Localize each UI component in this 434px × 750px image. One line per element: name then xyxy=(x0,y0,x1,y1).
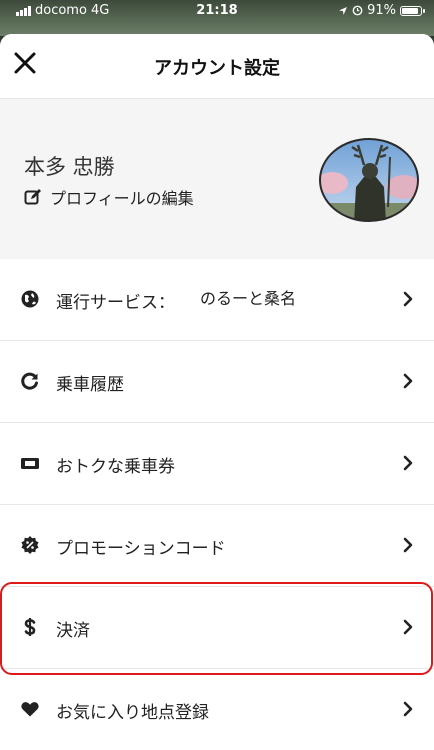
chevron-right-icon xyxy=(403,373,413,389)
status-right: 91% xyxy=(338,3,425,18)
menu-item-payment[interactable]: 決済 xyxy=(0,587,434,669)
status-bar: docomo 4G 21:18 91% xyxy=(0,0,434,36)
edit-icon xyxy=(24,189,41,205)
menu-item-favorite-places[interactable]: お気に入り地点登録 xyxy=(0,669,434,750)
alarm-icon xyxy=(352,5,363,16)
chevron-right-icon xyxy=(403,619,413,635)
menu-item-promo-code[interactable]: プロモーションコード xyxy=(0,505,434,587)
sheet-header: アカウント設定 xyxy=(0,34,434,99)
menu-item-label: 運行サービス： xyxy=(56,293,175,313)
badge-percent-icon xyxy=(21,536,39,554)
service-value: のるーと桑名 xyxy=(186,283,364,315)
menu-item-tickets[interactable]: おトクな乗車券 xyxy=(0,423,434,505)
profile-section: 本多 忠勝 プロフィールの編集 xyxy=(0,99,434,259)
chevron-right-icon xyxy=(403,701,413,717)
menu-item-ride-history[interactable]: 乗車履歴 xyxy=(0,341,434,423)
menu-item-label: 決済 xyxy=(56,621,90,641)
edit-profile-link[interactable]: プロフィールの編集 xyxy=(24,185,194,209)
menu-item-service[interactable]: 運行サービス： のるーと桑名 xyxy=(0,259,434,341)
menu-item-label: お気に入り地点登録 xyxy=(56,703,209,723)
location-arrow-icon xyxy=(339,6,348,15)
battery-icon xyxy=(400,5,425,16)
profile-name: 本多 忠勝 xyxy=(24,155,115,179)
account-settings-sheet: アカウント設定 本多 忠勝 プロフィールの編集 運行サービス： のるーと桑名 乗… xyxy=(0,34,434,750)
globe-icon xyxy=(21,290,39,308)
edit-profile-label: プロフィールの編集 xyxy=(50,189,194,208)
chevron-right-icon xyxy=(403,455,413,471)
chevron-right-icon xyxy=(403,537,413,553)
page-title: アカウント設定 xyxy=(154,58,280,79)
ticket-icon xyxy=(21,458,39,469)
dollar-icon xyxy=(24,618,36,636)
refresh-icon xyxy=(21,372,38,390)
battery-percent: 91% xyxy=(367,3,396,18)
chevron-right-icon xyxy=(403,291,413,307)
menu-item-label: プロモーションコード xyxy=(56,539,226,559)
avatar[interactable] xyxy=(318,137,420,223)
menu-item-label: 乗車履歴 xyxy=(56,375,124,395)
menu-item-label: おトクな乗車券 xyxy=(56,457,175,477)
heart-icon xyxy=(21,702,39,717)
